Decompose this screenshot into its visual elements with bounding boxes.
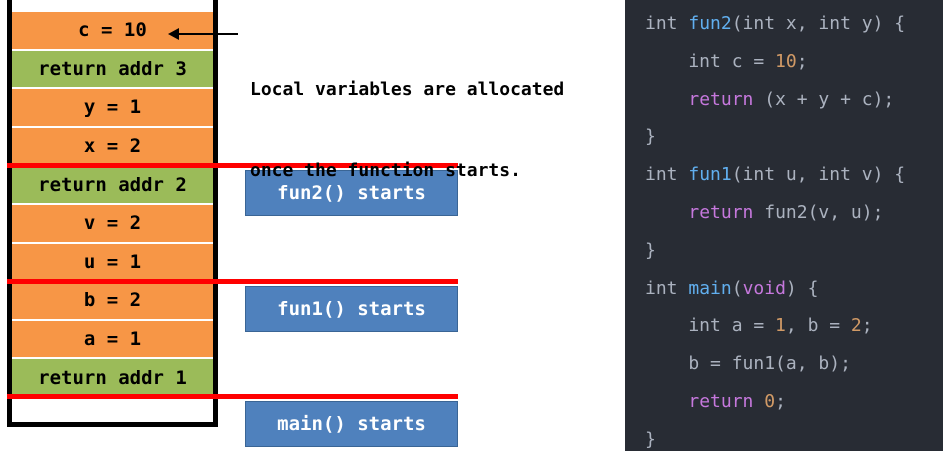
- code-token: ) {: [785, 277, 819, 299]
- code-token: }: [645, 239, 656, 261]
- code-token: int: [645, 164, 678, 186]
- code-token: , b =: [785, 315, 851, 337]
- code-token: 10: [775, 50, 797, 72]
- code-line: return (x + y + c);: [645, 88, 894, 112]
- code-token: int: [645, 13, 678, 34]
- code-token: main: [688, 277, 732, 299]
- code-line: }: [645, 125, 656, 149]
- code-line: int a = 1, b = 2;: [645, 314, 873, 338]
- fun1-start-label: fun1() starts: [245, 286, 458, 332]
- code-line: int c = 10;: [645, 50, 808, 74]
- code-line: b = fun1(a, b);: [645, 352, 851, 376]
- code-token: fun2: [688, 13, 732, 34]
- code-line: }: [645, 428, 656, 452]
- arrow-left-icon: [168, 28, 238, 40]
- code-token: int c =: [645, 50, 776, 72]
- stack-cell-return-address: return addr 1: [12, 359, 213, 398]
- code-token: int a =: [645, 315, 776, 337]
- stack-cell-local: y = 1: [12, 89, 213, 128]
- code-token: b = fun1(a, b);: [645, 353, 851, 375]
- code-line: int fun2(int x, int y) {: [645, 12, 905, 36]
- stack-cell-return-address: return addr 3: [12, 50, 213, 90]
- code-line: return fun2(v, u);: [645, 201, 883, 225]
- code-token: 1: [775, 315, 786, 337]
- code-token: }: [645, 428, 656, 450]
- stack-diagram: c = 10 return addr 3 y = 1 x = 2 return …: [0, 0, 625, 451]
- frame-boundary-line: [7, 394, 458, 399]
- stack-cell-return-address: return addr 2: [12, 166, 213, 205]
- stack-cell-local: x = 2: [12, 127, 213, 167]
- code-token: (: [731, 277, 743, 299]
- stack-cell-local: u = 1: [12, 243, 213, 283]
- code-line: int fun1(int u, int v) {: [645, 163, 905, 187]
- code-token: return: [688, 391, 754, 412]
- stack-cell-local: a = 1: [12, 320, 213, 360]
- allocation-note-line: once the function starts.: [250, 160, 521, 181]
- code-token: fun2(v, u);: [753, 202, 884, 223]
- code-token: (x + y + c);: [753, 88, 895, 110]
- frame-boundary-line: [7, 279, 458, 284]
- code-token: return: [688, 202, 754, 223]
- stack-cell-local: b = 2: [12, 282, 213, 321]
- code-token: void: [742, 277, 786, 299]
- code-line: int main(void) {: [645, 277, 818, 301]
- code-token: ;: [775, 391, 786, 412]
- code-line: }: [645, 239, 656, 263]
- code-token: fun1: [688, 164, 732, 186]
- code-token: (int u, int v) {: [731, 164, 906, 186]
- main-start-label: main() starts: [245, 401, 458, 447]
- code-token: ;: [861, 315, 873, 337]
- code-token: ;: [796, 50, 808, 72]
- code-token: }: [645, 126, 656, 148]
- allocation-note-line: Local variables are allocated: [250, 79, 565, 100]
- code-token: 2: [850, 315, 862, 337]
- code-line: return 0;: [645, 390, 786, 414]
- code-token: return: [688, 88, 754, 110]
- code-panel: int fun2(int x, int y) { int c = 10; ret…: [625, 0, 943, 451]
- allocation-note: Local variables are allocated once the f…: [250, 22, 620, 238]
- code-token: 0: [764, 391, 776, 412]
- stack-cell-local: v = 2: [12, 205, 213, 244]
- code-token: int: [645, 277, 678, 299]
- code-token: (int x, int y) {: [731, 13, 906, 34]
